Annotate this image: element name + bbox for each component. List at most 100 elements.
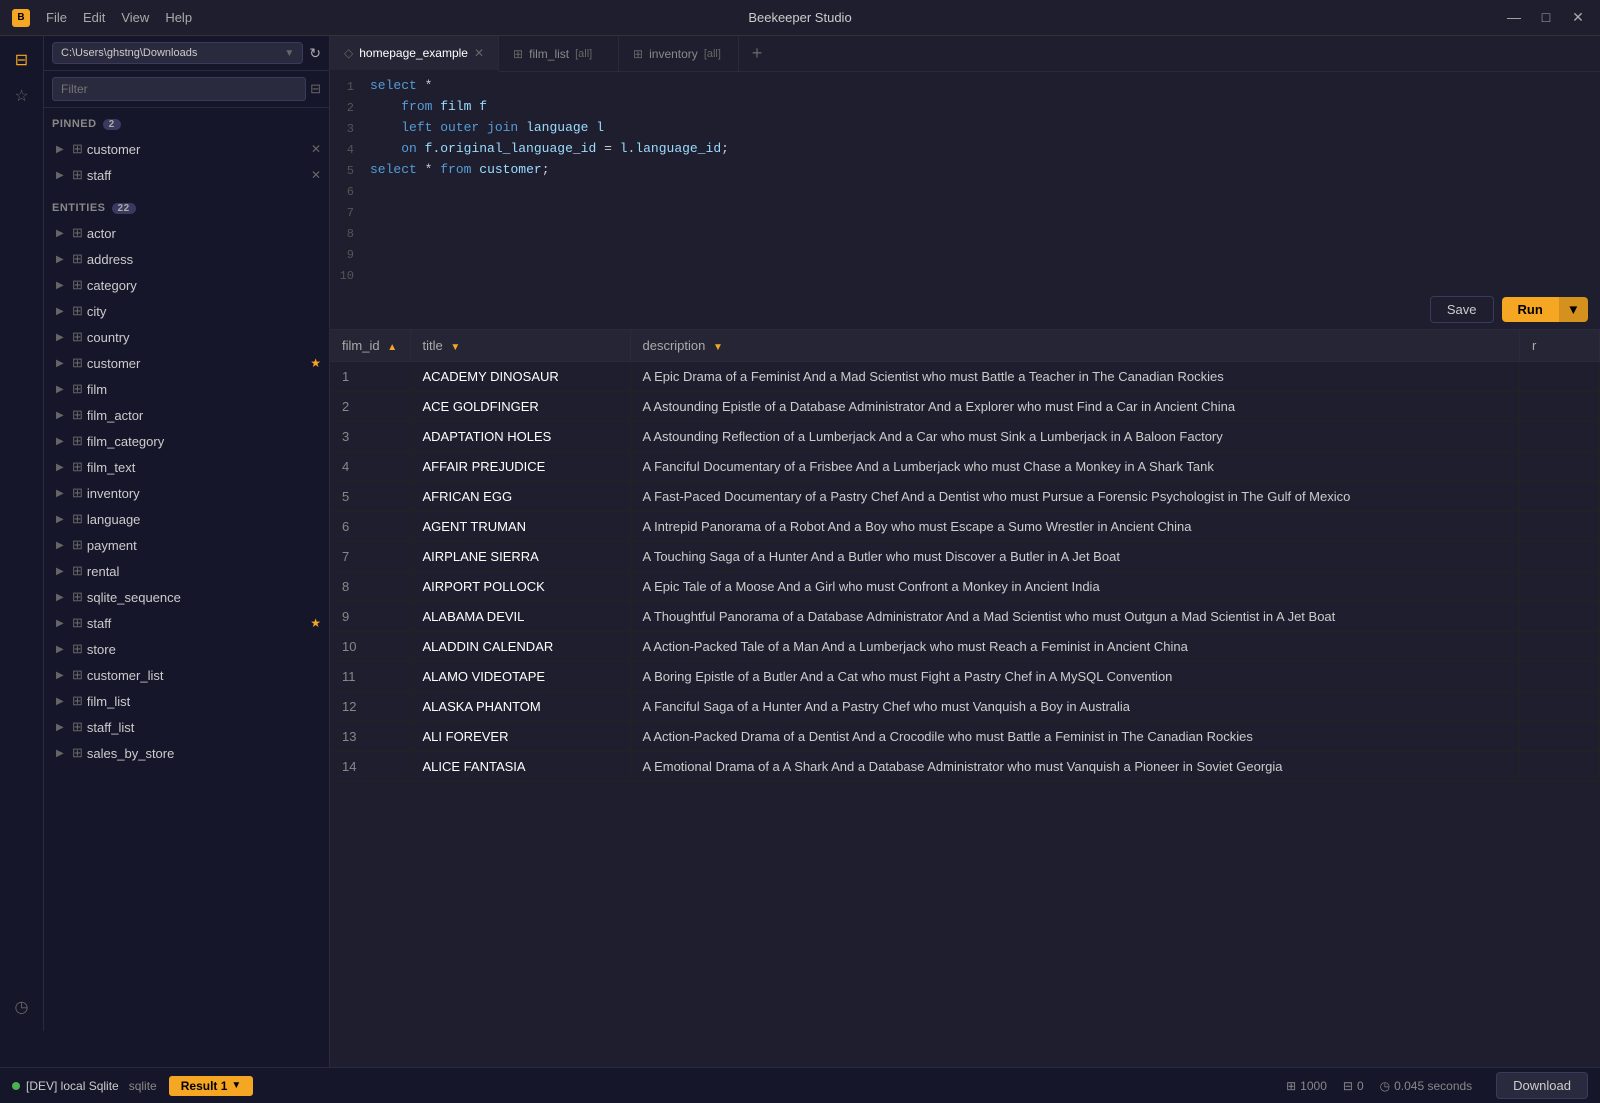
sidebar-item-customer-pinned[interactable]: ▶ ⊞ customer ✕ xyxy=(44,136,329,162)
cell-description: A Boring Epistle of a Butler And a Cat w… xyxy=(630,662,1520,692)
tab-close-icon[interactable]: ✕ xyxy=(474,46,484,60)
sidebar-item-film-actor[interactable]: ▶⊞film_actor xyxy=(44,402,329,428)
menu-edit[interactable]: Edit xyxy=(83,10,105,25)
table-icon: ⊞ xyxy=(72,745,83,761)
cell-description: A Astounding Epistle of a Database Admin… xyxy=(630,392,1520,422)
query-time: 0.045 seconds xyxy=(1394,1079,1472,1093)
db-path: C:\Users\ghstng\Downloads xyxy=(61,47,197,59)
sidebar-item-city[interactable]: ▶⊞city xyxy=(44,298,329,324)
sidebar-item-staff-pinned[interactable]: ▶ ⊞ staff ✕ xyxy=(44,162,329,188)
sidebar-item-film-text[interactable]: ▶⊞film_text xyxy=(44,454,329,480)
sidebar-item-customer[interactable]: ▶⊞customer★ xyxy=(44,350,329,376)
chevron-icon: ▶ xyxy=(56,306,68,317)
sidebar-item-sales-by-store[interactable]: ▶⊞sales_by_store xyxy=(44,740,329,766)
col-header-film-id[interactable]: film_id ▲ xyxy=(330,330,410,362)
sidebar-item-inventory[interactable]: ▶⊞inventory xyxy=(44,480,329,506)
close-icon[interactable]: ✕ xyxy=(311,142,321,156)
sidebar-item-sqlite-sequence[interactable]: ▶⊞sqlite_sequence xyxy=(44,584,329,610)
app-title: Beekeeper Studio xyxy=(748,10,851,25)
menu-file[interactable]: File xyxy=(46,10,67,25)
history-icon[interactable]: ◷ xyxy=(6,991,38,1023)
tab-add-btn[interactable]: + xyxy=(739,36,775,71)
sidebar-item-rental[interactable]: ▶⊞rental xyxy=(44,558,329,584)
minimize-btn[interactable]: — xyxy=(1504,9,1524,26)
cell-description: A Fast-Paced Documentary of a Pastry Che… xyxy=(630,482,1520,512)
sidebar-content: C:\Users\ghstng\Downloads ▼ ↻ ⊟ PINNED 2… xyxy=(44,36,329,1067)
sidebar-item-staff-list[interactable]: ▶⊞staff_list xyxy=(44,714,329,740)
sidebar-item-category[interactable]: ▶⊞category xyxy=(44,272,329,298)
sidebar-item-language[interactable]: ▶⊞language xyxy=(44,506,329,532)
chevron-icon: ▶ xyxy=(56,618,68,629)
sidebar-item-payment[interactable]: ▶⊞payment xyxy=(44,532,329,558)
chevron-icon: ▶ xyxy=(56,384,68,395)
maximize-btn[interactable]: □ xyxy=(1536,9,1556,26)
menu-view[interactable]: View xyxy=(121,10,149,25)
cell-title: ACADEMY DINOSAUR xyxy=(410,362,630,392)
sidebar-item-film-category[interactable]: ▶⊞film_category xyxy=(44,428,329,454)
table-icon: ⊞ xyxy=(72,141,83,157)
tab-homepage-example[interactable]: ◇ homepage_example ✕ xyxy=(330,36,499,72)
table-row: 9 ALABAMA DEVIL A Thoughtful Panorama of… xyxy=(330,602,1600,632)
db-selector[interactable]: C:\Users\ghstng\Downloads ▼ xyxy=(52,42,303,64)
close-icon[interactable]: ✕ xyxy=(311,168,321,182)
sidebar-item-address[interactable]: ▶⊞address xyxy=(44,246,329,272)
save-button[interactable]: Save xyxy=(1430,296,1494,323)
refresh-btn[interactable]: ↻ xyxy=(309,45,321,62)
code-line-3: 3 left outer join language l xyxy=(330,118,1600,139)
sidebar-item-film-list[interactable]: ▶⊞film_list xyxy=(44,688,329,714)
sidebar-item-country[interactable]: ▶⊞country xyxy=(44,324,329,350)
item-label: film_text xyxy=(87,460,321,475)
item-label: city xyxy=(87,304,321,319)
cell-description: A Epic Drama of a Feminist And a Mad Sci… xyxy=(630,362,1520,392)
col-header-extra[interactable]: r xyxy=(1520,330,1600,362)
menu-help[interactable]: Help xyxy=(165,10,192,25)
sidebar-item-customer-list[interactable]: ▶⊞customer_list xyxy=(44,662,329,688)
cell-description: A Epic Tale of a Moose And a Girl who mu… xyxy=(630,572,1520,602)
run-dropdown-btn[interactable]: ▼ xyxy=(1559,297,1588,322)
sidebar-item-store[interactable]: ▶⊞store xyxy=(44,636,329,662)
results-table-wrapper[interactable]: film_id ▲ title ▼ description ▼ xyxy=(330,330,1600,1067)
sidebar-item-film[interactable]: ▶⊞film xyxy=(44,376,329,402)
col-header-description[interactable]: description ▼ xyxy=(630,330,1520,362)
database-icon[interactable]: ⊟ xyxy=(6,44,38,76)
cell-extra xyxy=(1520,392,1600,422)
line-number: 4 xyxy=(330,139,370,160)
line-number: 7 xyxy=(330,202,370,223)
close-btn[interactable]: ✕ xyxy=(1568,9,1588,26)
cell-extra xyxy=(1520,512,1600,542)
table-icon: ⊞ xyxy=(72,641,83,657)
table-icon: ⊞ xyxy=(72,225,83,241)
table-icon: ⊞ xyxy=(72,407,83,423)
code-editor[interactable]: 1 select * 2 from film f 3 left outer jo… xyxy=(330,72,1600,290)
star-icon[interactable]: ☆ xyxy=(6,80,38,112)
connection-indicator xyxy=(12,1082,20,1090)
cell-description: A Emotional Drama of a A Shark And a Dat… xyxy=(630,752,1520,782)
cell-film-id: 11 xyxy=(330,662,410,692)
sidebar-item-staff[interactable]: ▶⊞staff★ xyxy=(44,610,329,636)
cell-extra xyxy=(1520,752,1600,782)
run-button[interactable]: Run xyxy=(1502,297,1559,322)
sidebar-tree: PINNED 2 ▶ ⊞ customer ✕ ▶ ⊞ staff ✕ xyxy=(44,108,329,1067)
table-icon: ⊞ xyxy=(72,433,83,449)
filter-input[interactable] xyxy=(52,77,306,101)
cell-film-id: 7 xyxy=(330,542,410,572)
download-button[interactable]: Download xyxy=(1496,1072,1588,1099)
entities-count: 22 xyxy=(112,203,136,214)
line-number: 10 xyxy=(330,265,370,286)
item-label: customer xyxy=(87,356,306,371)
cell-extra xyxy=(1520,482,1600,512)
table-icon: ⊞ xyxy=(72,537,83,553)
filter-icon[interactable]: ⊟ xyxy=(310,81,321,97)
cell-extra xyxy=(1520,422,1600,452)
db-selector-chevron: ▼ xyxy=(284,48,294,59)
col-header-title[interactable]: title ▼ xyxy=(410,330,630,362)
tab-film-list[interactable]: ⊞ film_list [all] xyxy=(499,36,619,71)
sidebar-item-actor[interactable]: ▶⊞actor xyxy=(44,220,329,246)
code-line-1: 1 select * xyxy=(330,76,1600,97)
result-tab-dropdown-icon[interactable]: ▼ xyxy=(231,1080,241,1091)
result-tab-1[interactable]: Result 1 ▼ xyxy=(169,1076,254,1096)
tab-inventory[interactable]: ⊞ inventory [all] xyxy=(619,36,739,71)
chevron-icon: ▶ xyxy=(56,462,68,473)
code-line-8: 8 xyxy=(330,223,1600,244)
results-table: film_id ▲ title ▼ description ▼ xyxy=(330,330,1600,782)
